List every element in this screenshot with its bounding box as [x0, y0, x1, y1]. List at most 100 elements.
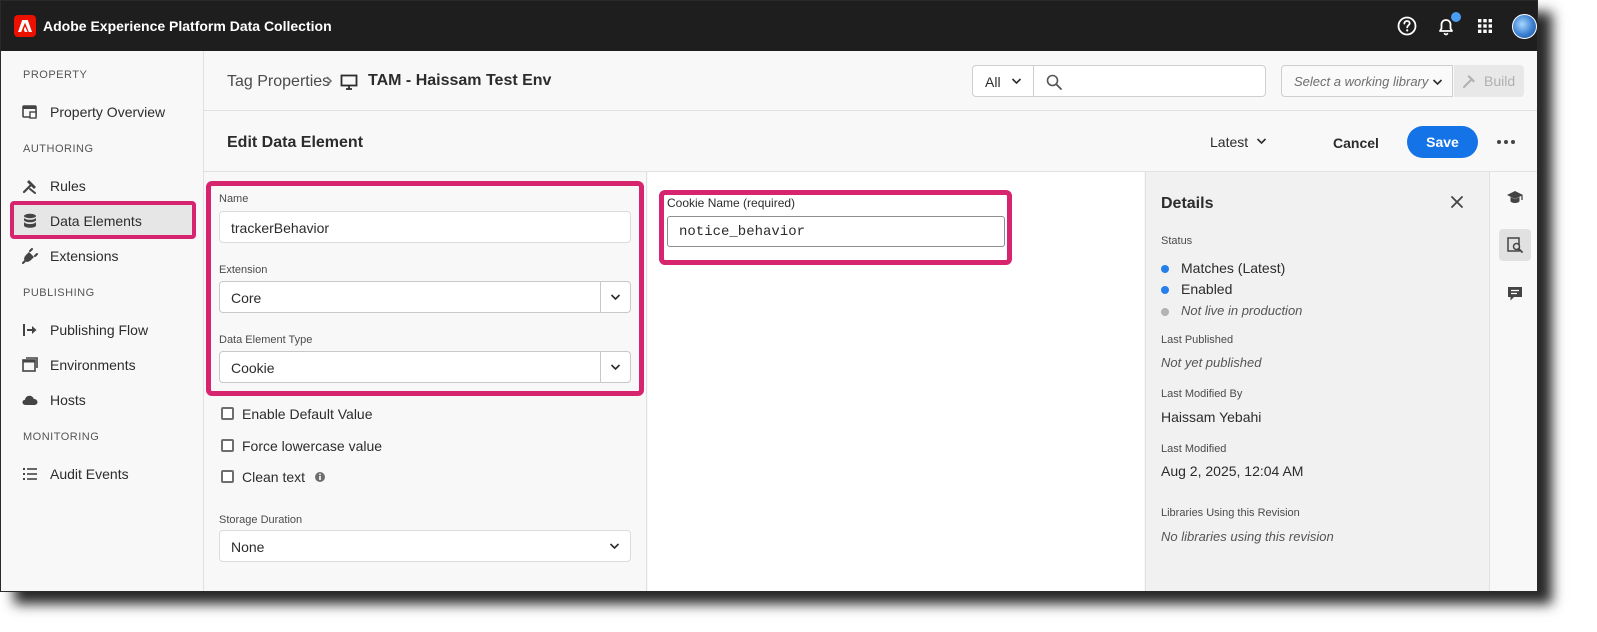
revision-select[interactable]: Latest	[1210, 134, 1248, 150]
status-item: Matches (Latest)	[1161, 260, 1461, 278]
monitor-icon	[340, 74, 358, 90]
more-actions-icon[interactable]	[1496, 134, 1516, 150]
graduation-cap-icon	[1507, 191, 1523, 203]
last-modified-label: Last Modified	[1161, 443, 1227, 455]
top-bar: Adobe Experience Platform Data Collectio…	[1, 1, 1537, 51]
enable-default-value-checkbox[interactable]: Enable Default Value	[219, 406, 519, 424]
sidebar-item-label: Extensions	[50, 248, 119, 264]
last-published-value: Not yet published	[1161, 355, 1262, 370]
sidebar-item-hosts[interactable]: Hosts	[21, 389, 191, 411]
details-title: Details	[1161, 195, 1214, 212]
app-window: Adobe Experience Platform Data Collectio…	[0, 0, 1538, 592]
breadcrumb-root[interactable]: Tag Properties	[227, 73, 330, 91]
sidebar-item-label: Publishing Flow	[50, 322, 149, 338]
chevron-down-icon	[1432, 79, 1443, 86]
name-label: Name	[219, 193, 249, 205]
info-icon[interactable]	[314, 471, 326, 483]
data-element-type-label: Data Element Type	[219, 334, 313, 346]
sidebar-section-authoring: AUTHORING	[23, 143, 94, 155]
last-modified-value: Aug 2, 2025, 12:04 AM	[1161, 463, 1304, 479]
apps-grid-icon[interactable]	[1474, 15, 1496, 37]
sidebar-item-label: Data Elements	[50, 213, 142, 229]
environments-icon	[21, 356, 39, 374]
working-library-select[interactable]: Select a working library	[1281, 65, 1453, 97]
inspect-icon	[1507, 237, 1523, 253]
sidebar-item-extensions[interactable]: Extensions	[21, 245, 191, 267]
breadcrumb-current: TAM - Haissam Test Env	[368, 72, 552, 89]
comment-icon	[1508, 287, 1522, 301]
last-modified-by-label: Last Modified By	[1161, 388, 1243, 400]
search-scope-select[interactable]: All	[972, 65, 1034, 97]
sidebar-item-data-elements[interactable]: Data Elements	[21, 210, 191, 232]
clean-text-checkbox[interactable]: Clean text	[219, 469, 519, 487]
property-overview-icon	[21, 103, 39, 121]
sidebar-section-monitoring: MONITORING	[23, 431, 100, 443]
page-title: Edit Data Element	[227, 134, 364, 151]
chevron-down-icon	[610, 294, 621, 301]
storage-duration-select[interactable]: None	[219, 530, 631, 562]
sidebar-item-label: Hosts	[50, 392, 86, 408]
status-dot	[1161, 265, 1169, 273]
avatar[interactable]	[1512, 14, 1537, 39]
last-modified-by-value: Haissam Yebahi	[1161, 409, 1262, 425]
last-published-label: Last Published	[1161, 334, 1234, 346]
cookie-name-label: Cookie Name (required)	[667, 196, 796, 210]
extension-label: Extension	[219, 264, 268, 276]
data-element-form: Name trackerBehavior Extension Core Data…	[204, 172, 647, 591]
sidebar-item-publishing-flow[interactable]: Publishing Flow	[21, 319, 191, 341]
data-element-type-select[interactable]: Cookie	[219, 351, 631, 383]
cancel-button[interactable]: Cancel	[1320, 127, 1392, 159]
sidebar-section-publishing: PUBLISHING	[23, 287, 95, 299]
adobe-logo-icon[interactable]	[14, 15, 36, 37]
name-field[interactable]: trackerBehavior	[219, 211, 631, 243]
hammer-icon	[1463, 75, 1475, 88]
search-field[interactable]	[1033, 65, 1266, 97]
cookie-name-input[interactable]	[667, 216, 1005, 247]
rules-icon	[21, 177, 39, 195]
build-button[interactable]: Build	[1454, 65, 1524, 97]
search-icon	[1046, 74, 1062, 90]
sidebar-item-label: Environments	[50, 357, 136, 373]
edit-header: Edit Data Element Latest Cancel Save	[204, 112, 1537, 172]
sidebar-item-label: Rules	[50, 178, 86, 194]
sidebar-item-label: Audit Events	[50, 466, 129, 482]
status-label: Status	[1161, 235, 1193, 247]
details-toggle-button[interactable]	[1499, 229, 1531, 261]
extension-select[interactable]: Core	[219, 281, 631, 313]
libraries-value: No libraries using this revision	[1161, 529, 1334, 544]
status-item: Not live in production	[1161, 303, 1461, 321]
bell-icon[interactable]	[1435, 12, 1461, 37]
storage-duration-label: Storage Duration	[219, 514, 303, 526]
libraries-label: Libraries Using this Revision	[1161, 507, 1300, 519]
extension-settings: Cookie Name (required)	[648, 172, 1144, 591]
cloud-icon	[21, 391, 39, 409]
chevron-right-icon	[326, 76, 333, 86]
learn-button[interactable]	[1499, 181, 1531, 213]
sidebar-item-audit-events[interactable]: Audit Events	[21, 463, 191, 485]
publishing-flow-icon	[21, 321, 39, 339]
property-header: Tag Properties TAM - Haissam Test Env Al…	[204, 51, 1537, 111]
chevron-down-icon	[609, 543, 620, 550]
right-rail	[1489, 172, 1537, 591]
database-icon	[21, 212, 39, 230]
search-input[interactable]	[1072, 70, 1258, 92]
chevron-down-icon	[610, 364, 621, 371]
close-icon[interactable]	[1450, 195, 1464, 209]
status-item: Enabled	[1161, 281, 1461, 299]
status-dot	[1161, 308, 1169, 316]
notification-dot	[1451, 12, 1461, 22]
sidebar-item-property-overview[interactable]: Property Overview	[21, 101, 191, 123]
app-title: Adobe Experience Platform Data Collectio…	[43, 18, 332, 34]
details-panel: Details Status Matches (Latest) Enabled …	[1145, 172, 1489, 591]
sidebar-item-rules[interactable]: Rules	[21, 175, 191, 197]
save-button[interactable]: Save	[1407, 126, 1478, 158]
help-icon[interactable]	[1396, 15, 1418, 37]
force-lowercase-checkbox[interactable]: Force lowercase value	[219, 438, 519, 456]
sidebar: PROPERTY Property Overview AUTHORING Rul…	[1, 51, 204, 591]
sidebar-section-property: PROPERTY	[23, 69, 88, 81]
sidebar-item-environments[interactable]: Environments	[21, 354, 191, 376]
chevron-down-icon	[1011, 78, 1022, 85]
status-dot	[1161, 286, 1169, 294]
comments-button[interactable]	[1499, 278, 1531, 310]
chevron-down-icon[interactable]	[1256, 137, 1267, 145]
